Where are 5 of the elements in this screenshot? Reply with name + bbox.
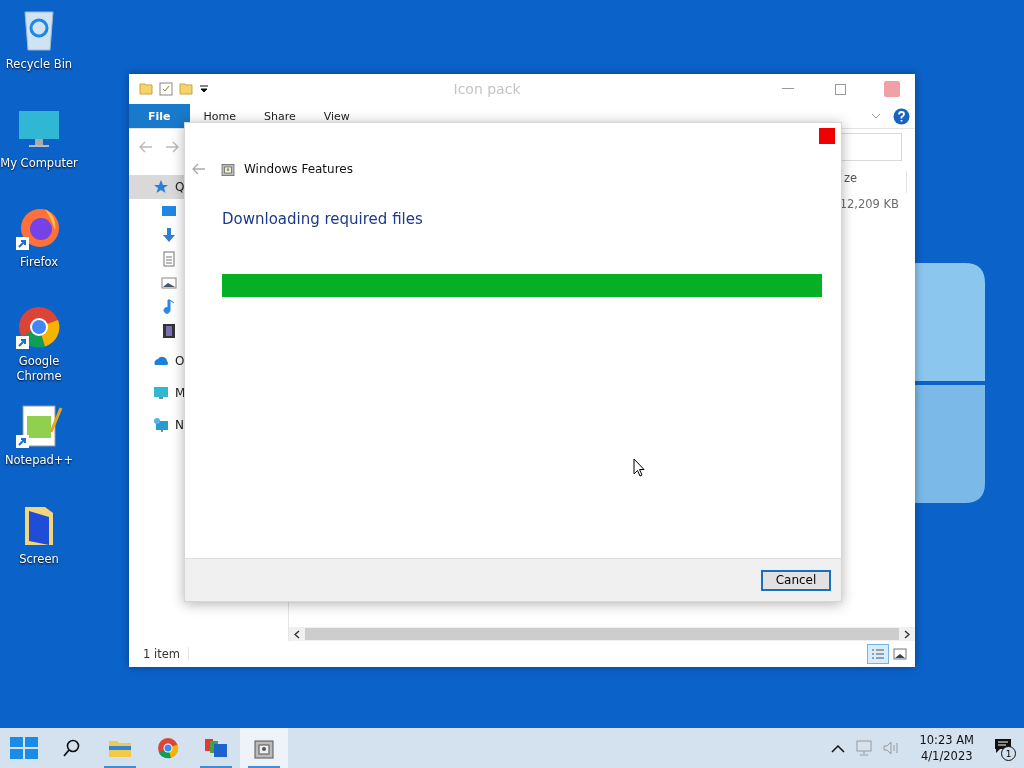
status-text: 1 item [143,647,189,661]
size-cell: 12,209 KB [839,197,899,211]
dialog-title: Windows Features [244,162,353,176]
dialog-heading: Downloading required files [222,210,424,228]
window-title: Icon pack [452,81,522,97]
